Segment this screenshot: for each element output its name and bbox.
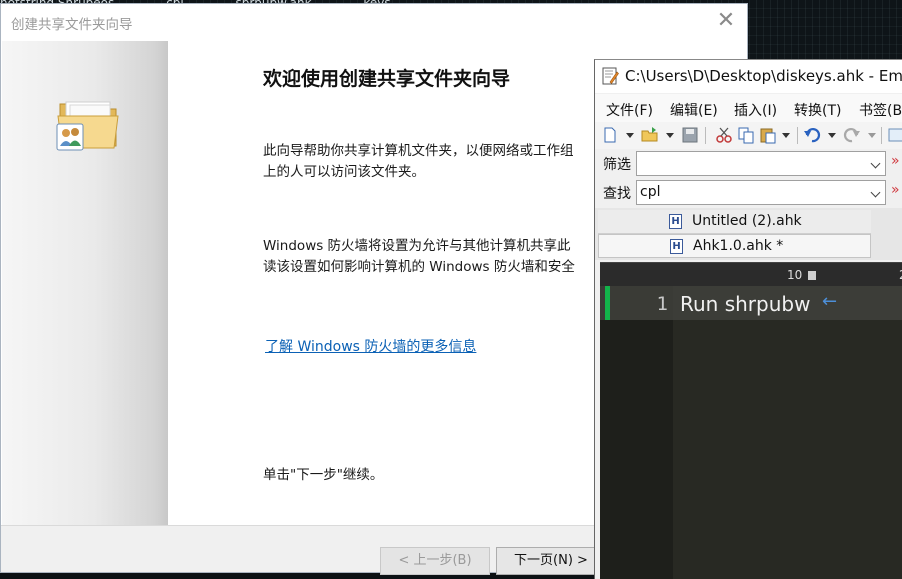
find-input[interactable]: cpl: [636, 180, 886, 205]
find-value: cpl: [640, 184, 661, 200]
wizard-heading: 欢迎使用创建共享文件夹向导: [263, 68, 511, 90]
ahk-file-icon: H: [669, 214, 682, 229]
menu-bookmarks[interactable]: 书签(B): [859, 100, 902, 120]
toolbar-overflow-icon[interactable]: [887, 126, 902, 144]
menu-file[interactable]: 文件(F): [606, 100, 653, 120]
filter-toolbar: 筛选 »: [595, 149, 902, 178]
find-label: 查找: [603, 186, 631, 202]
ahk-file-icon: H: [670, 239, 683, 254]
chevron-down-icon[interactable]: [868, 133, 876, 138]
wizard-side-panel: [2, 41, 168, 525]
ruler: 10 2: [600, 262, 902, 287]
tab-label: Ahk1.0.ahk *: [693, 238, 784, 254]
emeditor-app-icon: [602, 67, 619, 85]
shared-folder-icon: [56, 101, 119, 151]
toolbar-separator: [881, 127, 882, 144]
emeditor-window: C:\Users\D\Desktop\diskeys.ahk - EmE 文件(…: [594, 59, 902, 579]
filter-more-icon[interactable]: »: [891, 153, 900, 169]
menu-bar: 文件(F) 编辑(E) 插入(I) 转换(T) 书签(B): [595, 94, 902, 122]
document-tabs: H Untitled (2).ahk H Ahk1.0.ahk *: [595, 208, 902, 260]
chevron-down-icon[interactable]: [782, 133, 790, 138]
cut-icon[interactable]: [715, 126, 733, 144]
toolbar-separator: [705, 127, 706, 144]
tab-ahk1[interactable]: H Ahk1.0.ahk *: [598, 234, 871, 258]
next-button[interactable]: 下一页(N) >: [496, 547, 606, 575]
tab-untitled-2[interactable]: H Untitled (2).ahk: [598, 210, 871, 234]
save-icon[interactable]: [681, 126, 699, 144]
wizard-title: 创建共享文件夹向导: [11, 17, 133, 32]
toolbar-separator: [797, 127, 798, 144]
filter-label: 筛选: [603, 157, 631, 173]
chevron-down-icon[interactable]: [870, 187, 881, 198]
copy-icon[interactable]: [737, 126, 755, 144]
menu-convert[interactable]: 转换(T): [794, 100, 841, 120]
wizard-title-bar[interactable]: 创建共享文件夹向导 ✕: [1, 4, 747, 40]
firewall-info-link[interactable]: 了解 Windows 防火墙的更多信息: [265, 336, 476, 356]
emeditor-title-bar[interactable]: C:\Users\D\Desktop\diskeys.ahk - EmE: [595, 60, 902, 93]
ruler-label: 10: [787, 268, 803, 282]
find-toolbar: 查找 cpl »: [595, 178, 902, 207]
filter-input[interactable]: [636, 151, 886, 176]
back-button[interactable]: < 上一步(B): [380, 547, 490, 575]
open-folder-icon[interactable]: [641, 126, 659, 144]
line-number: 1: [656, 293, 668, 315]
find-more-icon[interactable]: »: [891, 182, 900, 198]
line-number-gutter: 1: [600, 286, 673, 579]
close-icon[interactable]: ✕: [711, 8, 741, 36]
chevron-down-icon[interactable]: [626, 133, 634, 138]
chevron-down-icon[interactable]: [870, 158, 881, 169]
menu-insert[interactable]: 插入(I): [734, 100, 777, 120]
redo-icon[interactable]: [843, 126, 861, 144]
change-marker: [605, 286, 610, 320]
chevron-down-icon[interactable]: [666, 133, 674, 138]
emeditor-title: C:\Users\D\Desktop\diskeys.ahk - EmE: [625, 67, 902, 85]
code-editor[interactable]: 1 Run shrpubw ←: [600, 286, 902, 579]
paste-icon[interactable]: [759, 126, 777, 144]
ruler-caret-marker: [808, 271, 816, 280]
line-return-icon: ←: [822, 291, 838, 312]
chevron-down-icon[interactable]: [828, 133, 836, 138]
new-file-icon[interactable]: [601, 126, 619, 144]
toolbar: [595, 122, 902, 149]
undo-icon[interactable]: [803, 126, 821, 144]
tab-label: Untitled (2).ahk: [692, 213, 802, 229]
menu-edit[interactable]: 编辑(E): [670, 100, 718, 120]
code-line[interactable]: Run shrpubw: [680, 292, 810, 316]
